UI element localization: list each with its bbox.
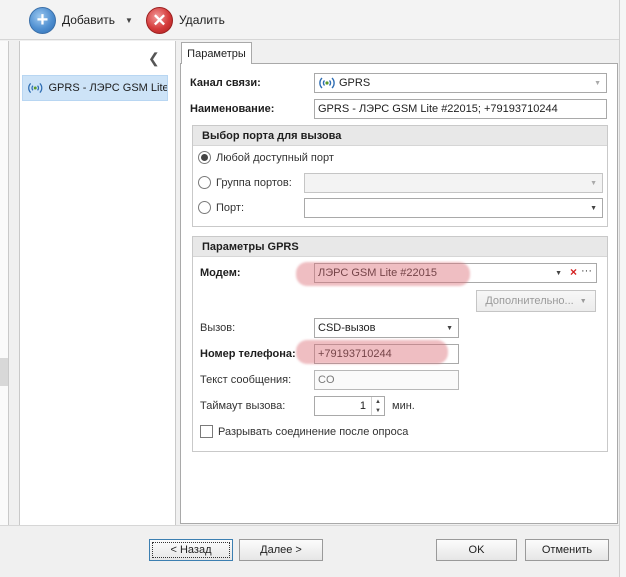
call-label: Вызов: xyxy=(200,322,236,334)
advanced-button[interactable]: Дополнительно... ▼ xyxy=(476,290,596,312)
plus-icon: + xyxy=(29,6,56,34)
timeout-stepper[interactable]: 1 ▲ ▼ xyxy=(314,396,385,416)
nav-item-label: GPRS - ЛЭРС GSM Lite... xyxy=(48,82,168,94)
tab-parameters[interactable]: Параметры xyxy=(181,42,252,64)
back-button-label: < Назад xyxy=(170,544,212,556)
add-button-label: Добавить xyxy=(62,13,116,27)
gprs-group-title: Параметры GPRS xyxy=(193,237,607,257)
timeout-unit: мин. xyxy=(392,400,415,412)
spinner-icon[interactable]: ▲ ▼ xyxy=(371,397,384,415)
port-radio[interactable]: Порт: xyxy=(198,201,244,214)
checkbox-icon xyxy=(200,425,213,438)
radio-selected-icon xyxy=(198,151,211,164)
port-group-radio[interactable]: Группа портов: xyxy=(198,176,292,189)
radio-icon xyxy=(198,201,211,214)
antenna-icon xyxy=(319,77,335,89)
disconnect-label: Разрывать соединение после опроса xyxy=(218,425,409,438)
left-splitter[interactable] xyxy=(0,41,9,525)
disconnect-checkbox[interactable]: Разрывать соединение после опроса xyxy=(200,425,408,438)
message-label: Текст сообщения: xyxy=(200,374,292,386)
channel-label: Канал связи: xyxy=(190,77,261,89)
splitter-grip xyxy=(0,358,8,386)
any-port-label: Любой доступный порт xyxy=(216,151,334,164)
chevron-down-icon[interactable]: ▼ xyxy=(590,205,597,212)
any-port-radio[interactable]: Любой доступный порт xyxy=(198,151,334,164)
channel-value: GPRS xyxy=(339,77,371,89)
back-button[interactable]: < Назад xyxy=(149,539,233,561)
port-select[interactable]: ▼ xyxy=(304,198,603,218)
delete-button[interactable]: ✕ Удалить xyxy=(146,4,225,36)
chevron-down-icon[interactable]: ▼ xyxy=(446,325,453,332)
radio-icon xyxy=(198,176,211,189)
chevron-down-icon[interactable]: ▼ xyxy=(125,16,133,25)
name-value: GPRS - ЛЭРС GSM Lite #22015; +7919371024… xyxy=(318,103,558,115)
chevron-down-icon[interactable]: ▼ xyxy=(555,270,562,277)
ellipsis-icon[interactable]: ··· xyxy=(581,265,592,277)
message-input[interactable]: CO xyxy=(314,370,459,390)
next-button-label: Далее > xyxy=(260,544,302,556)
next-button[interactable]: Далее > xyxy=(239,539,323,561)
message-value: CO xyxy=(318,374,335,386)
cancel-button-label: Отменить xyxy=(541,544,593,556)
nav-panel xyxy=(19,41,176,525)
port-group-title: Выбор порта для вызова xyxy=(193,126,607,146)
window-edge xyxy=(619,0,626,577)
name-input[interactable]: GPRS - ЛЭРС GSM Lite #22015; +7919371024… xyxy=(314,99,607,119)
chevron-down-icon: ▼ xyxy=(579,297,587,305)
port-label: Порт: xyxy=(216,201,244,214)
toolbar: + Добавить ▼ ✕ Удалить xyxy=(0,0,626,40)
timeout-value: 1 xyxy=(359,400,366,412)
delete-button-label: Удалить xyxy=(179,13,225,27)
timeout-label: Таймаут вызова: xyxy=(200,400,286,412)
nav-item-gprs[interactable]: GPRS - ЛЭРС GSM Lite... xyxy=(22,75,168,101)
call-value: CSD-вызов xyxy=(318,322,376,334)
delete-icon: ✕ xyxy=(146,6,173,34)
chevron-left-icon[interactable]: ❮ xyxy=(148,50,160,67)
name-label: Наименование: xyxy=(190,103,275,115)
phone-label: Номер телефона: xyxy=(200,348,296,360)
modem-label: Модем: xyxy=(200,267,241,279)
ok-button[interactable]: OK xyxy=(436,539,517,561)
call-select[interactable]: CSD-вызов ▼ xyxy=(314,318,459,338)
antenna-icon xyxy=(28,82,43,94)
chevron-down-icon[interactable]: ▼ xyxy=(590,180,597,187)
chevron-down-icon[interactable]: ▼ xyxy=(594,80,601,87)
add-button[interactable]: + Добавить ▼ xyxy=(29,4,133,36)
cancel-button[interactable]: Отменить xyxy=(525,539,609,561)
phone-highlight xyxy=(296,340,448,364)
tab-label: Параметры xyxy=(187,47,246,60)
ok-button-label: OK xyxy=(468,544,485,556)
port-group-select[interactable]: ▼ xyxy=(304,173,603,193)
modem-highlight xyxy=(296,262,470,286)
channel-select[interactable]: GPRS ▼ xyxy=(314,73,607,93)
port-group-label: Группа портов: xyxy=(216,176,292,189)
clear-icon[interactable]: × xyxy=(570,265,577,279)
advanced-button-label: Дополнительно... xyxy=(485,295,574,307)
